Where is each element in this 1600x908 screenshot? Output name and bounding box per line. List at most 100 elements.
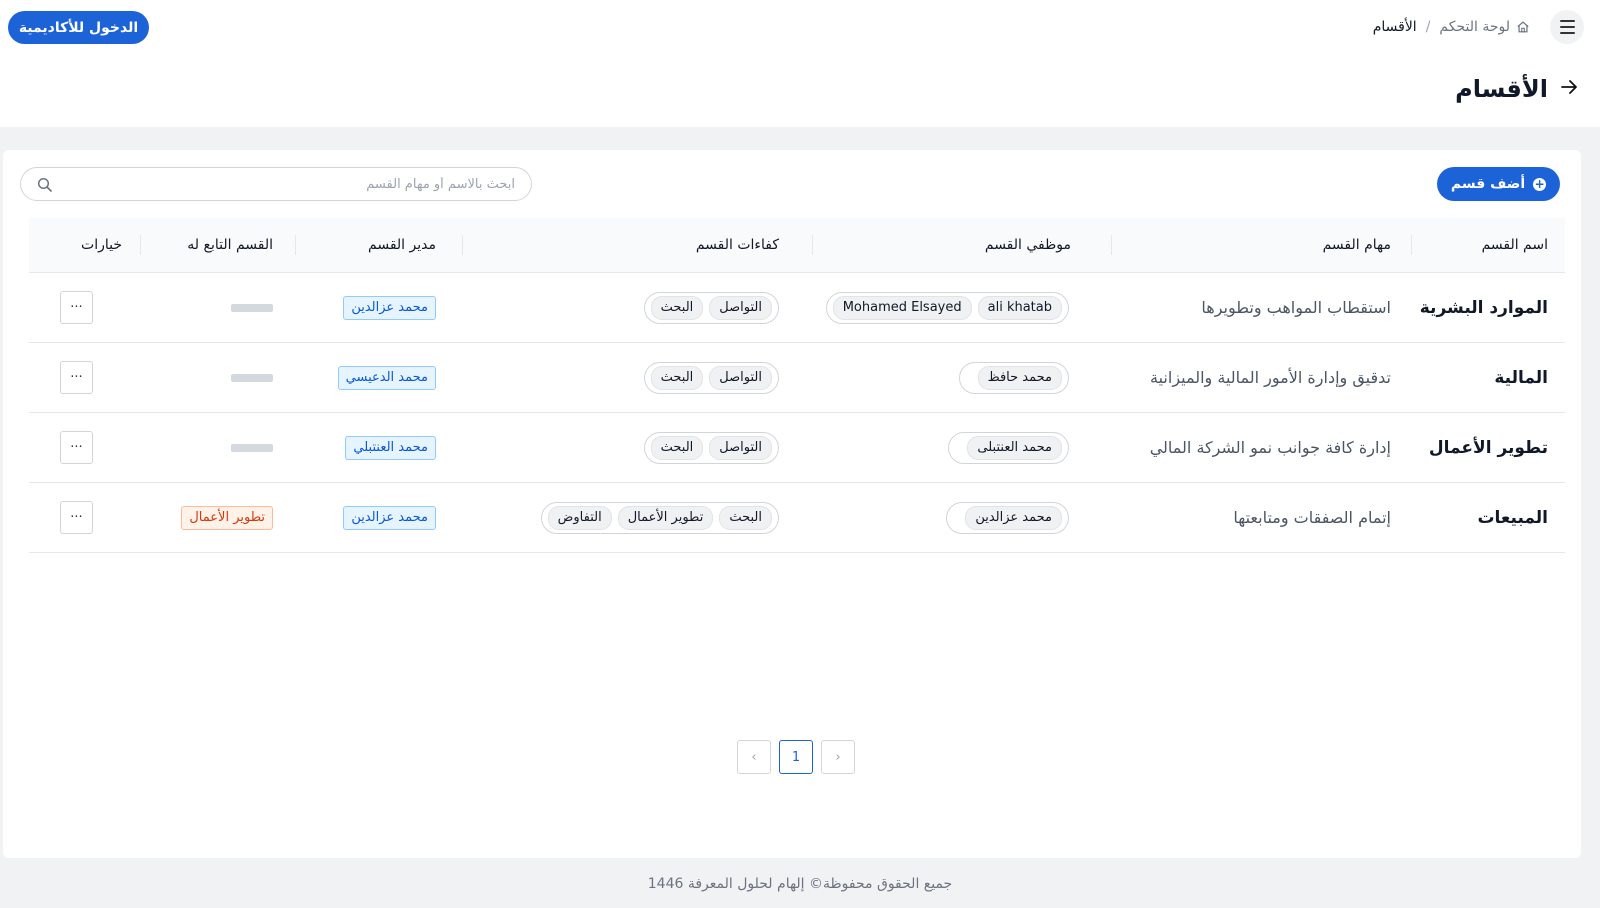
employees-select[interactable]: محمد عزالدين <box>946 501 1069 534</box>
manager-tag: محمد عزالدين <box>343 295 436 320</box>
skill-chip: التواصل <box>709 435 772 460</box>
hamburger-menu-button[interactable] <box>1550 10 1584 44</box>
back-button[interactable] <box>1560 78 1578 101</box>
row-options-button[interactable]: ··· <box>60 431 93 464</box>
parent-cell <box>231 343 273 412</box>
employees-cell: محمد حافظ <box>958 343 1069 412</box>
skill-chip: التواصل <box>709 365 772 390</box>
column-header-tasks: مهام القسم <box>1322 237 1391 253</box>
department-tasks: إتمام الصفقات ومتابعتها <box>1233 508 1391 527</box>
department-name: الموارد البشرية <box>1419 297 1548 318</box>
empty-placeholder <box>231 443 273 452</box>
breadcrumb-separator: / <box>1425 19 1431 35</box>
search-icon[interactable] <box>37 177 53 193</box>
employees-cell: محمد عزالدين <box>946 483 1069 552</box>
skills-cell: التواصل البحث <box>643 413 779 482</box>
manager-tag: محمد العنتبلي <box>345 435 436 460</box>
skill-chip: البحث <box>650 365 704 390</box>
skill-chip: البحث <box>650 435 704 460</box>
manager-tag: محمد الدعيسي <box>337 365 436 390</box>
skills-cell: التواصل البحث <box>643 273 779 342</box>
next-page-button[interactable]: › <box>821 740 855 774</box>
department-name: المالية <box>1494 367 1548 388</box>
empty-placeholder <box>231 373 273 382</box>
row-options-button[interactable]: ··· <box>60 291 93 324</box>
department-name: تطوير الأعمال <box>1428 437 1548 458</box>
chevron-right-icon: › <box>835 749 841 765</box>
column-divider <box>812 235 813 255</box>
skill-chip: البحث <box>650 295 704 320</box>
column-header-options: خيارات <box>81 237 122 253</box>
page-number-button[interactable]: 1 <box>779 740 813 774</box>
options-cell: ··· <box>60 413 93 482</box>
department-name: المبيعات <box>1477 507 1548 528</box>
skills-select[interactable]: التواصل البحث <box>643 291 779 324</box>
column-header-name: اسم القسم <box>1481 237 1548 253</box>
column-header-parent: القسم التابع له <box>187 237 273 253</box>
manager-cell: محمد عزالدين <box>343 483 436 552</box>
parent-cell <box>231 413 273 482</box>
table-row: المالية تدقيق وإدارة الأمور المالية والم… <box>29 343 1565 413</box>
department-tasks: استقطاب المواهب وتطويرها <box>1201 298 1391 317</box>
add-department-button[interactable]: + أضف قسم <box>1437 167 1560 201</box>
skill-chip: تطوير الأعمال <box>617 505 714 530</box>
breadcrumb-current: الأقسام <box>1372 19 1417 35</box>
manager-cell: محمد العنتبلي <box>345 413 436 482</box>
parent-department-tag: تطوير الأعمال <box>181 505 273 530</box>
column-header-employees: موظفي القسم <box>984 237 1071 253</box>
skill-chip: البحث <box>719 505 772 530</box>
skill-chip: التفاوض <box>547 505 612 530</box>
prev-page-button[interactable]: ‹ <box>737 740 771 774</box>
employee-chip: محمد حافظ <box>977 365 1062 390</box>
plus-circle-icon: + <box>1533 176 1547 191</box>
employees-cell: محمد العنتبلى <box>948 413 1069 482</box>
departments-table: اسم القسم مهام القسم موظفي القسم كفاءات … <box>29 218 1565 553</box>
breadcrumb: لوحة التحكم / الأقسام <box>1373 17 1530 37</box>
manager-tag: محمد عزالدين <box>343 505 436 530</box>
column-divider <box>140 235 141 255</box>
empty-placeholder <box>231 303 273 312</box>
add-department-label: أضف قسم <box>1450 176 1526 192</box>
column-header-skills: كفاءات القسم <box>695 237 779 253</box>
options-cell: ··· <box>60 343 93 412</box>
employees-select[interactable]: ali khatab Mohamed Elsayed <box>825 291 1069 324</box>
skills-cell: التواصل البحث <box>643 343 779 412</box>
department-tasks: إدارة كافة جوانب نمو الشركة المالي <box>1149 438 1391 457</box>
skill-chip: التواصل <box>709 295 772 320</box>
hamburger-menu-icon <box>1559 20 1575 34</box>
arrow-right-icon <box>1561 79 1577 94</box>
table-row: المبيعات إتمام الصفقات ومتابعتها محمد عز… <box>29 483 1565 553</box>
top-bar: لوحة التحكم / الأقسام الدخول للأكاديمية … <box>0 0 1600 127</box>
row-options-button[interactable]: ··· <box>60 501 93 534</box>
employees-select[interactable]: محمد العنتبلى <box>948 431 1069 464</box>
skills-select[interactable]: التواصل البحث <box>643 361 779 394</box>
options-cell: ··· <box>60 483 93 552</box>
column-divider <box>1411 235 1412 255</box>
table-row: الموارد البشرية استقطاب المواهب وتطويرها… <box>29 273 1565 343</box>
skills-cell: البحث تطوير الأعمال التفاوض <box>540 483 779 552</box>
row-options-button[interactable]: ··· <box>60 361 93 394</box>
page-title-row: الأقسام <box>1455 72 1578 106</box>
footer-copyright: جميع الحقوق محفوظة© إلهام لحلول المعرفة … <box>647 876 953 892</box>
employee-chip: محمد عزالدين <box>965 505 1062 530</box>
search-input[interactable] <box>21 168 531 200</box>
breadcrumb-home[interactable]: لوحة التحكم <box>1439 19 1530 35</box>
table-row: تطوير الأعمال إدارة كافة جوانب نمو الشرك… <box>29 413 1565 483</box>
skills-select[interactable]: التواصل البحث <box>643 431 779 464</box>
manager-cell: محمد الدعيسي <box>337 343 436 412</box>
skills-select[interactable]: البحث تطوير الأعمال التفاوض <box>540 501 779 534</box>
pagination: ‹ 1 › <box>737 740 855 774</box>
parent-cell <box>231 273 273 342</box>
employee-chip: ali khatab <box>977 295 1062 320</box>
chevron-left-icon: ‹ <box>751 749 757 765</box>
column-divider <box>1111 235 1112 255</box>
home-icon <box>1517 21 1529 33</box>
academy-login-button[interactable]: الدخول للأكاديمية <box>8 11 149 44</box>
table-header: اسم القسم مهام القسم موظفي القسم كفاءات … <box>29 218 1565 273</box>
employees-cell: ali khatab Mohamed Elsayed <box>825 273 1069 342</box>
search-box <box>20 167 532 201</box>
parent-cell: تطوير الأعمال <box>181 483 273 552</box>
column-header-manager: مدير القسم <box>368 237 436 253</box>
department-tasks: تدقيق وإدارة الأمور المالية والميزانية <box>1150 368 1391 387</box>
employees-select[interactable]: محمد حافظ <box>958 361 1069 394</box>
